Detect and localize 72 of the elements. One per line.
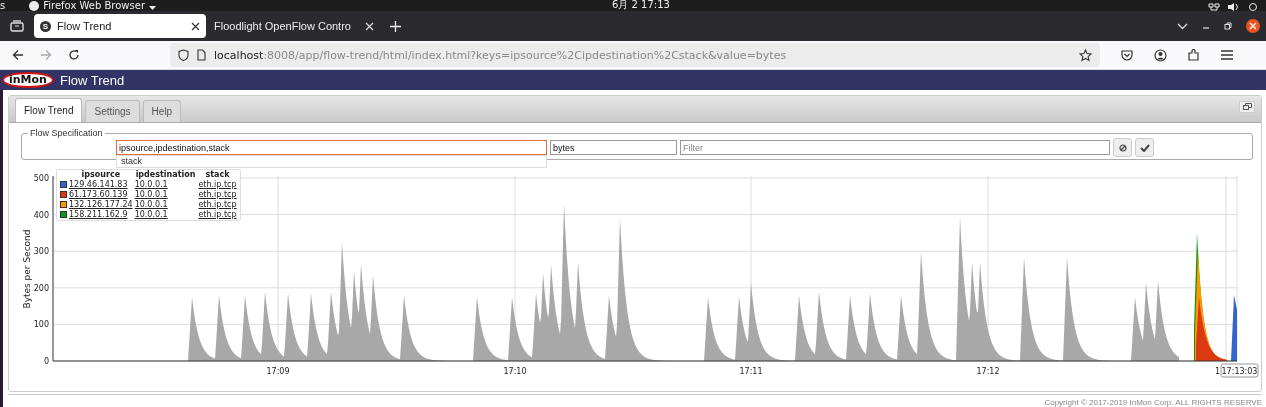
x-tick-label: 1 (1215, 367, 1221, 376)
reload-icon[interactable] (68, 49, 80, 61)
y-tick-label: 300 (33, 247, 49, 257)
close-icon[interactable] (191, 21, 200, 31)
y-tick-label: 400 (33, 210, 49, 220)
y-tick-label: 100 (33, 320, 49, 330)
site-favicon: S (40, 20, 51, 32)
popout-button[interactable] (1239, 100, 1255, 113)
legend-link[interactable]: 10.0.0.1 (134, 180, 168, 189)
filter-field[interactable]: Filter (680, 140, 1110, 155)
restore-icon[interactable] (1224, 22, 1232, 30)
x-tick-label: 17:09 (266, 367, 290, 376)
power-icon[interactable] (1248, 3, 1258, 11)
page-icon[interactable] (197, 49, 206, 61)
legend-link[interactable]: 132.126.177.24 (69, 200, 133, 209)
close-icon[interactable] (1246, 19, 1260, 33)
flow-area (1231, 295, 1237, 361)
legend-heading: stack (204, 170, 231, 180)
app-menu-label[interactable]: Firefox Web Browser (43, 1, 145, 11)
tab-overview-icon[interactable] (10, 20, 24, 32)
app-tab[interactable]: Help (142, 100, 182, 122)
legend-link[interactable]: 10.0.0.1 (134, 210, 168, 219)
y-axis-title: Bytes per Second (22, 229, 32, 309)
chevron-icon[interactable] (1177, 22, 1188, 30)
keys-field[interactable]: ipsource,ipdestination,stack (116, 140, 547, 155)
legend-link[interactable]: eth.ip.tcp (198, 210, 237, 219)
clear-icon (1118, 143, 1127, 152)
legend-heading: ipdestination (134, 170, 197, 180)
clear-button[interactable] (1113, 138, 1132, 157)
legend-link[interactable]: eth.ip.tcp (198, 200, 237, 209)
legend-link[interactable]: 10.0.0.1 (134, 200, 168, 209)
back-icon[interactable] (12, 49, 24, 61)
time-cursor-label: 17:13:03 (1220, 363, 1259, 378)
x-tick-label: 17:12 (976, 367, 1000, 376)
browser-tab[interactable]: S Flow Trend (34, 14, 206, 38)
tab-title: Floodlight OpenFlow Contro (214, 20, 352, 32)
address-bar[interactable]: localhost:8008/app/flow-trend/html/index.html?keys=ipsource%2Cipdestination%2Cstack&value=bytes (170, 43, 1100, 67)
y-tick-label: 0 (43, 357, 49, 366)
checkmark-icon (1139, 143, 1150, 152)
legend-link[interactable]: eth.ip.tcp (198, 180, 237, 189)
app-tab[interactable]: Settings (85, 100, 140, 122)
suggestion-item[interactable]: stack (117, 156, 546, 167)
app-title: Flow Trend (59, 72, 125, 88)
bookmark-star-icon[interactable] (1079, 48, 1092, 62)
y-tick-label: 200 (33, 283, 49, 293)
apply-button[interactable] (1135, 138, 1154, 157)
puzzle-icon[interactable] (1188, 48, 1200, 62)
tab-title: Flow Trend (57, 20, 113, 32)
legend-link[interactable]: 10.0.0.1 (134, 190, 168, 199)
account-icon[interactable] (1154, 48, 1167, 62)
x-tick-label: 17:11 (739, 367, 763, 376)
value-field[interactable]: bytes (550, 140, 677, 155)
pocket-icon[interactable] (1121, 49, 1133, 61)
y-tick-label: 500 (33, 174, 49, 183)
legend-link[interactable]: 129.46.141.83 (69, 180, 128, 189)
volume-icon[interactable] (1228, 3, 1240, 11)
shield-icon[interactable] (178, 49, 189, 61)
copyright-text: Copyright © 2017-2019 InMon Corp. ALL RIGHTS RESERVE (1044, 398, 1262, 407)
group-title: Flow Specification (29, 128, 104, 138)
browser-tab[interactable]: Floodlight OpenFlow Contro (208, 14, 380, 38)
new-tab-icon[interactable] (390, 20, 401, 32)
activities-label[interactable]: s (0, 1, 6, 11)
windows-icon (1242, 103, 1252, 110)
legend-heading: ipsource (68, 170, 134, 180)
inmon-logo: inMon (2, 72, 54, 88)
app-tab[interactable]: Flow Trend (15, 98, 83, 122)
x-tick-label: 17:10 (503, 367, 527, 376)
legend-link[interactable]: 61.173.60.139 (69, 190, 128, 199)
legend-link[interactable]: eth.ip.tcp (198, 190, 237, 199)
menu-icon[interactable] (1221, 50, 1233, 60)
clock[interactable]: 6月 2 17:13 (612, 0, 670, 10)
legend-link[interactable]: 158.211.162.9 (69, 210, 128, 219)
